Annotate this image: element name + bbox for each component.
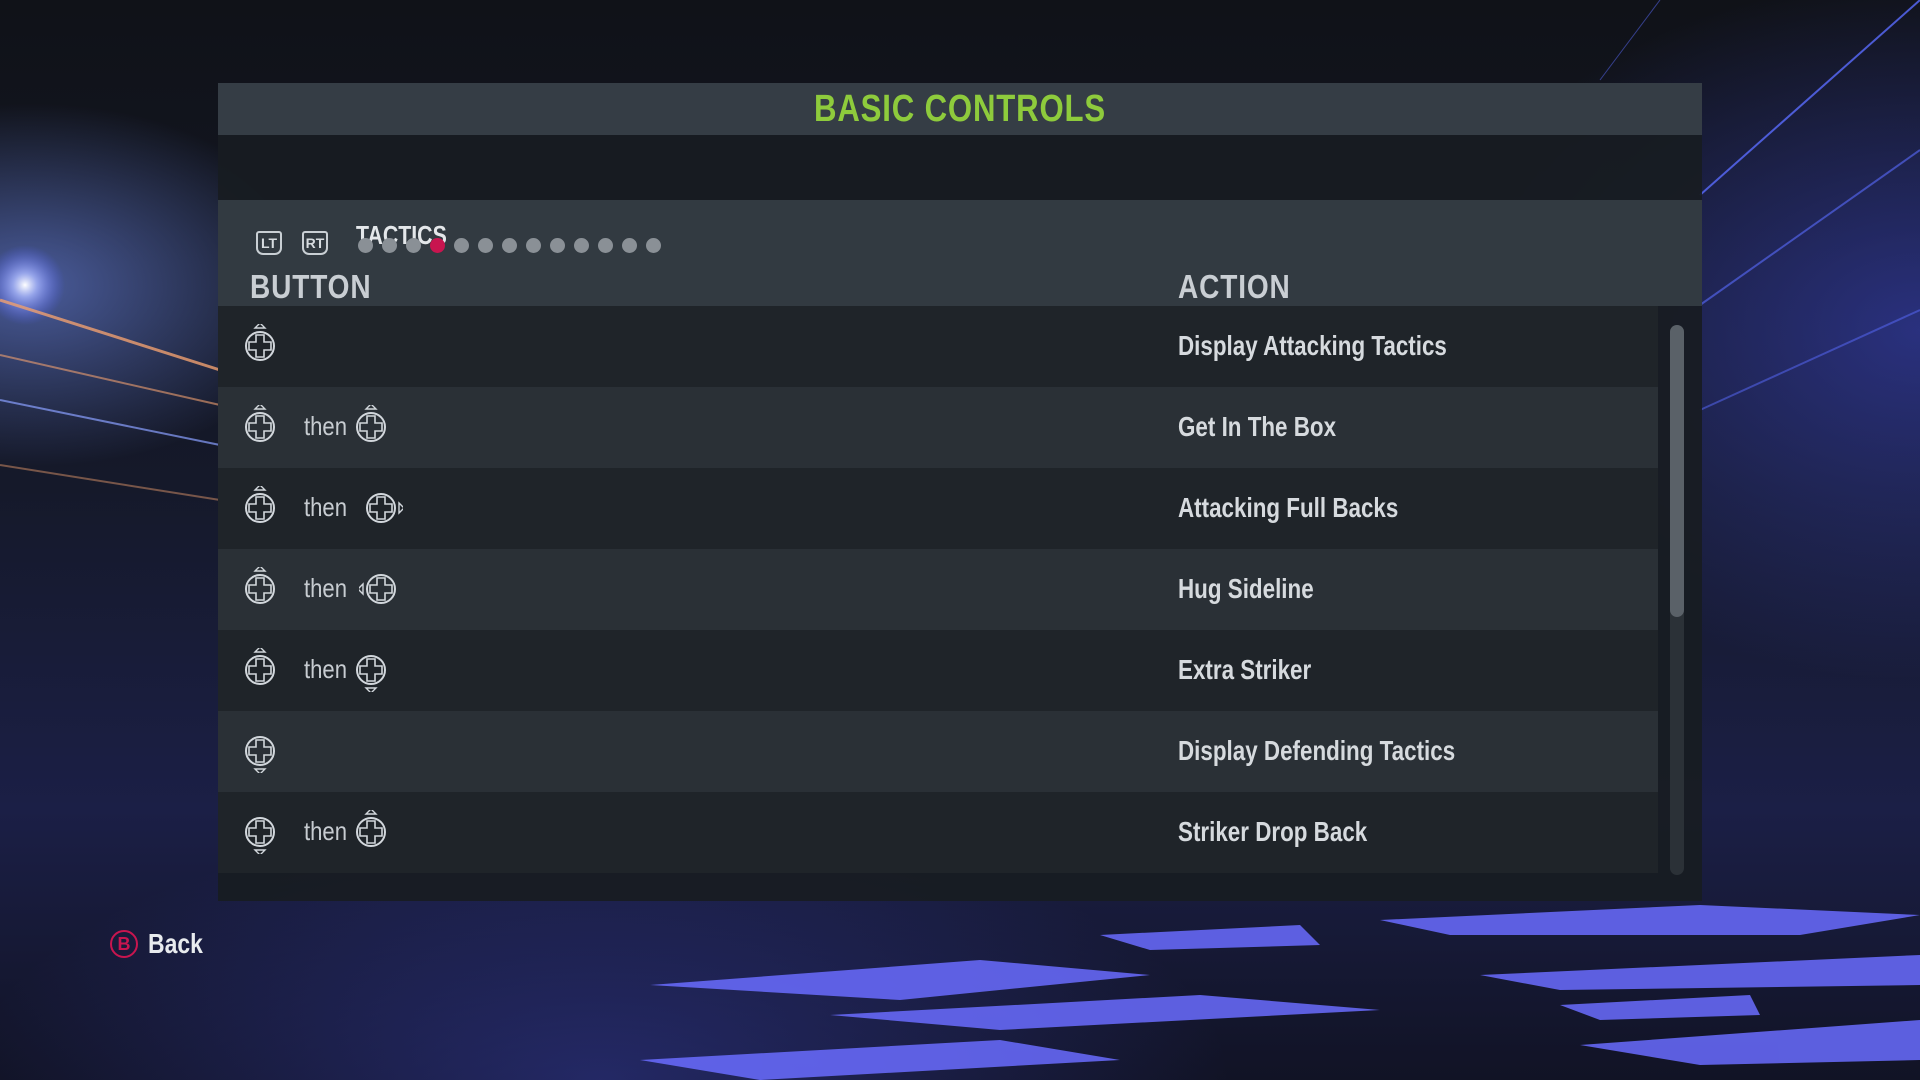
control-row[interactable]: then Striker Drop Back [218,792,1658,873]
scrollbar-thumb[interactable] [1670,325,1684,617]
then-label: then [304,573,348,603]
dpad-down-icon [349,648,393,697]
then-label: then [304,816,348,846]
control-row[interactable]: then Extra Striker [218,630,1658,711]
section-header: LT RT TACTICS BUTTON ACTION [218,200,1702,306]
button-combo: then [245,549,848,630]
dpad-up-icon [238,646,282,697]
controls-list: Display Attacking Tactics then Get In The … [218,306,1658,873]
dpad-up-icon [349,808,393,859]
page-dot [406,238,421,253]
then-label: then [304,411,348,441]
dpad-right-icon [359,486,405,535]
page-dot [550,238,565,253]
page-indicator [358,238,661,253]
dpad-up-icon [238,565,282,616]
action-label: Display Attacking Tactics [1178,330,1447,361]
page-title: BASIC CONTROLS [814,87,1106,130]
page-dot [526,238,541,253]
button-combo [245,711,848,792]
page-dot [622,238,637,253]
dpad-up-icon [238,403,282,454]
control-row[interactable]: then Get In The Box [218,387,1658,468]
button-combo: then [245,630,848,711]
control-row[interactable]: Display Defending Tactics [218,711,1658,792]
title-bar: BASIC CONTROLS [218,83,1702,135]
column-header-button: BUTTON [250,268,372,305]
then-label: then [304,492,348,522]
dpad-up-icon [238,484,282,535]
column-header-action: ACTION [1178,268,1291,305]
rt-button-icon[interactable]: RT [302,231,328,255]
back-button[interactable]: B Back [110,928,215,960]
action-label: Get In The Box [1178,411,1337,442]
page-dot [646,238,661,253]
button-combo: then [245,792,848,873]
button-combo [245,306,848,387]
button-combo: then [245,387,848,468]
control-row[interactable]: Display Attacking Tactics [218,306,1658,387]
dpad-down-icon [238,729,282,778]
controls-panel: BASIC CONTROLS LT RT TACTICS BUTTON ACTI… [218,83,1702,901]
control-row[interactable]: then Attacking Full Backs [218,468,1658,549]
action-label: Hug Sideline [1178,573,1314,604]
page-dot-active [430,238,445,253]
control-row[interactable]: then Hug Sideline [218,549,1658,630]
action-label: Striker Drop Back [1178,816,1368,847]
scrollbar[interactable] [1670,325,1684,875]
then-label: then [304,654,348,684]
dpad-down-icon [238,810,282,859]
page-dot [502,238,517,253]
dpad-left-icon [357,567,403,616]
page-dot [454,238,469,253]
action-label: Extra Striker [1178,654,1312,685]
button-combo: then [245,468,848,549]
page-dot [478,238,493,253]
back-label: Back [148,928,203,959]
page-dot [382,238,397,253]
page-dot [358,238,373,253]
lt-button-icon[interactable]: LT [256,231,282,255]
dpad-up-icon [349,403,393,454]
action-label: Attacking Full Backs [1178,492,1399,523]
action-label: Display Defending Tactics [1178,735,1456,766]
dpad-up-icon [238,322,282,373]
b-button-icon: B [110,930,138,958]
page-dot [574,238,589,253]
page-dot [598,238,613,253]
